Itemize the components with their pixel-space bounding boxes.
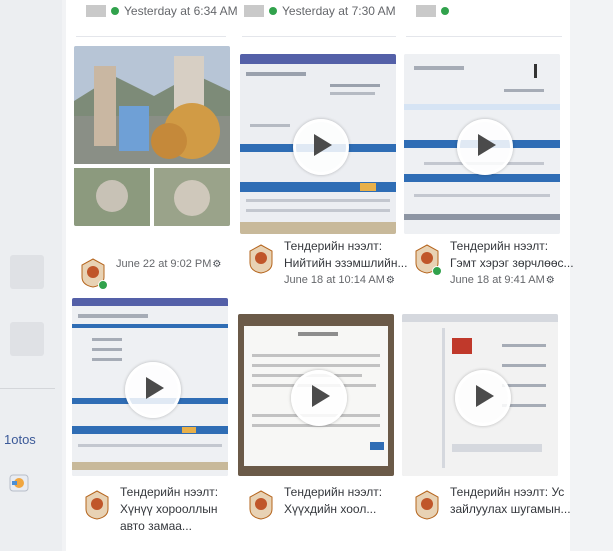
sidebar-thumbnail[interactable] bbox=[10, 255, 44, 289]
video-thumbnail[interactable] bbox=[402, 314, 558, 476]
video-date[interactable]: June 22 at 9:02 PM⚙ bbox=[116, 258, 221, 270]
prev-video-meta: Yesterday at 7:30 AM bbox=[244, 0, 396, 22]
video-meta: Тендерийн нээлт: Гэмт хэрэг зөрчлөөс... … bbox=[414, 238, 574, 298]
video-title[interactable]: Тендерийн нээлт: Гэмт хэрэг зөрчлөөс... bbox=[450, 238, 574, 272]
video-date[interactable]: June 18 at 9:41 AM⚙ bbox=[450, 274, 555, 286]
prev-video-meta bbox=[416, 0, 454, 22]
city-photo-collage bbox=[74, 46, 230, 226]
page-avatar-icon[interactable] bbox=[414, 490, 440, 520]
online-indicator bbox=[111, 7, 119, 15]
video-meta: Тендерийн нээлт: Хүүхдийн хоол... bbox=[248, 484, 408, 544]
prev-video-meta: Yesterday at 6:34 AM bbox=[86, 0, 238, 22]
play-icon[interactable] bbox=[291, 370, 347, 426]
sidebar-thumbnail[interactable] bbox=[10, 322, 44, 356]
sidebar-photos-link[interactable]: 1otos bbox=[4, 432, 36, 447]
video-title[interactable]: Тендерийн нээлт: Нийтийн эзэмшлийн... bbox=[284, 238, 408, 272]
online-indicator bbox=[98, 280, 108, 290]
video-date: Yesterday at 6:34 AM bbox=[124, 4, 238, 18]
gear-icon: ⚙ bbox=[212, 259, 222, 270]
online-indicator bbox=[441, 7, 449, 15]
page-avatar-icon bbox=[244, 5, 264, 17]
online-indicator bbox=[269, 7, 277, 15]
divider bbox=[242, 36, 396, 37]
page-avatar-icon[interactable] bbox=[248, 490, 274, 520]
play-icon[interactable] bbox=[293, 119, 349, 175]
video-thumbnail[interactable] bbox=[238, 314, 394, 476]
play-icon[interactable] bbox=[457, 119, 513, 175]
divider bbox=[406, 36, 562, 37]
video-meta: Тендерийн нээлт: Нийтийн эзэмшлийн... Ju… bbox=[248, 238, 408, 298]
videos-grid-panel: Yesterday at 6:34 AM Yesterday at 7:30 A… bbox=[66, 0, 574, 551]
play-icon[interactable] bbox=[125, 362, 181, 418]
page-avatar-icon[interactable] bbox=[248, 244, 274, 274]
gear-icon: ⚙ bbox=[385, 275, 395, 286]
online-indicator bbox=[432, 266, 442, 276]
video-date[interactable]: June 18 at 10:14 AM⚙ bbox=[284, 274, 395, 286]
left-sidebar: 1otos bbox=[0, 0, 62, 551]
gear-icon: ⚙ bbox=[545, 275, 555, 286]
video-thumbnail[interactable] bbox=[240, 54, 396, 234]
page-avatar-icon bbox=[86, 5, 106, 17]
divider bbox=[0, 388, 55, 389]
video-thumbnail[interactable] bbox=[72, 298, 228, 476]
video-date: Yesterday at 7:30 AM bbox=[282, 4, 396, 18]
video-title[interactable]: Тендерийн нээлт: Хүүхдийн хоол... bbox=[284, 484, 408, 518]
video-thumbnail[interactable] bbox=[74, 46, 230, 226]
video-date-text: June 18 at 10:14 AM bbox=[284, 274, 385, 286]
page-avatar-icon[interactable] bbox=[84, 490, 110, 520]
divider bbox=[76, 36, 226, 37]
page-avatar-icon bbox=[416, 5, 436, 17]
video-date-text: June 22 at 9:02 PM bbox=[116, 258, 212, 270]
video-thumbnail[interactable] bbox=[404, 54, 560, 234]
video-meta: Тендерийн нээлт: Ус зайлуулах шугамын... bbox=[414, 484, 574, 544]
play-icon[interactable] bbox=[455, 370, 511, 426]
video-date-text: June 18 at 9:41 AM bbox=[450, 274, 545, 286]
video-title[interactable]: Тендерийн нээлт: Ус зайлуулах шугамын... bbox=[450, 484, 574, 518]
video-title[interactable]: Тендерийн нээлт: Хүнүү хорооллын авто за… bbox=[120, 484, 244, 535]
photos-icon[interactable] bbox=[8, 472, 30, 494]
video-meta: Тендерийн нээлт: Хүнүү хорооллын авто за… bbox=[84, 484, 244, 544]
